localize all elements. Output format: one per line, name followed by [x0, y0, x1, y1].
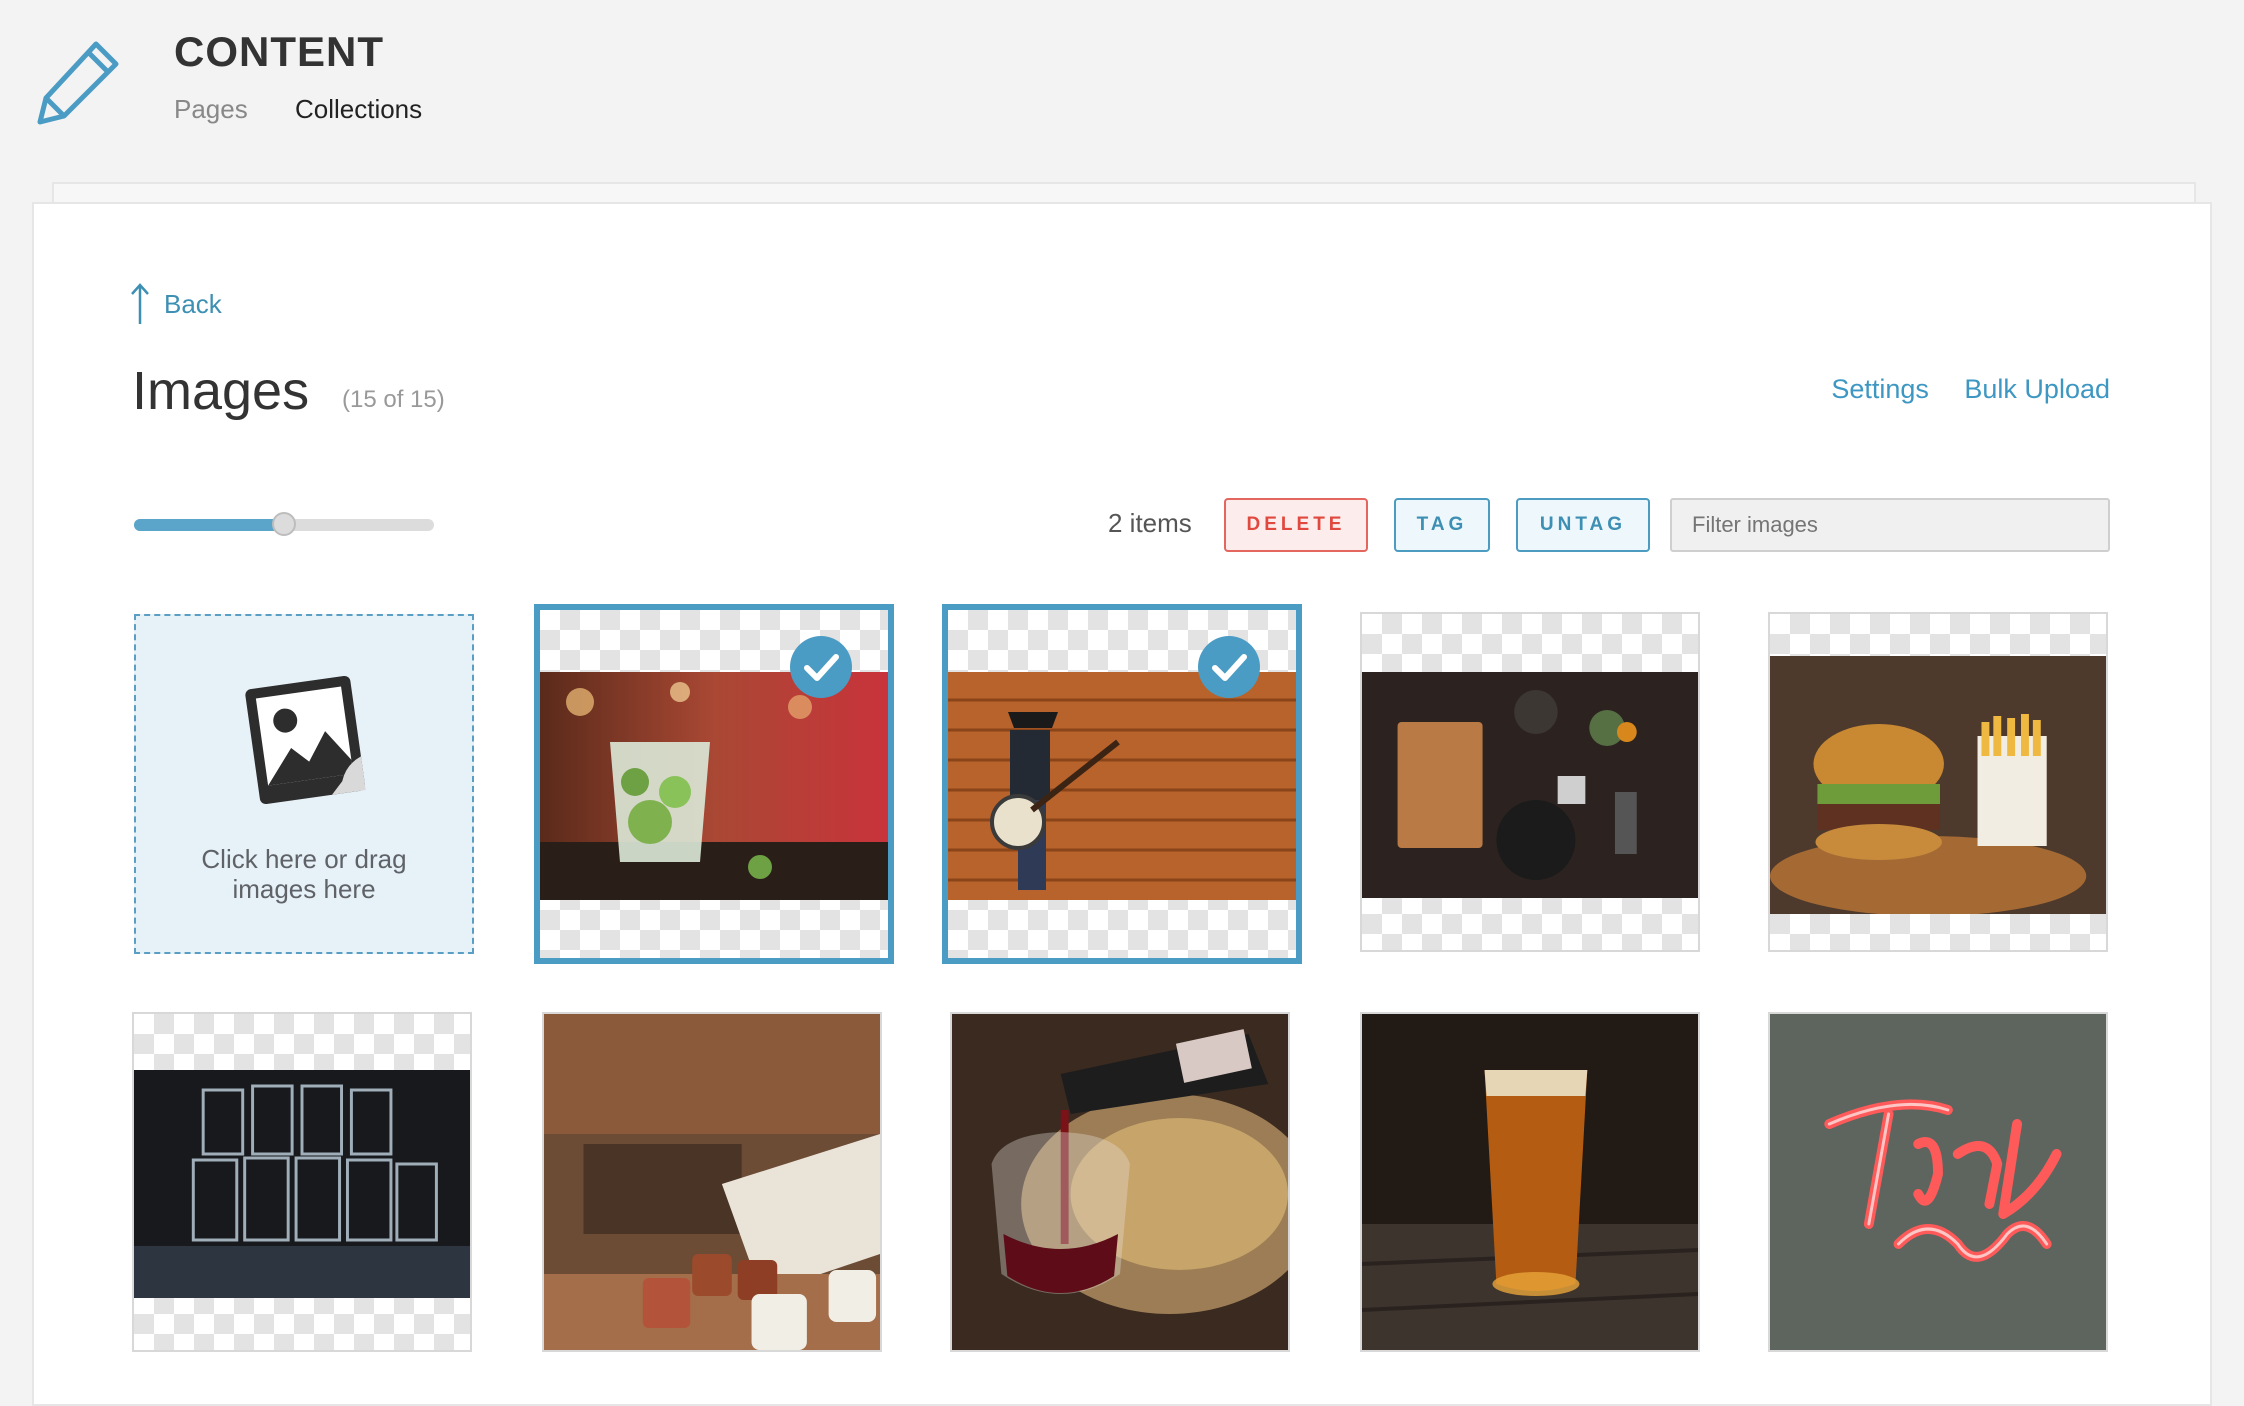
- wine-pour-photo: [952, 1014, 1288, 1350]
- image-upload-icon: [245, 675, 366, 805]
- image-count: (15 of 15): [342, 386, 445, 413]
- enamel-cups-photo: [544, 1014, 880, 1350]
- size-slider[interactable]: [134, 512, 434, 536]
- neon-sign-photo: [1770, 1014, 2106, 1350]
- image-tile[interactable]: [1360, 612, 1700, 952]
- pencil-icon: [37, 41, 119, 125]
- delete-button[interactable]: DELETE: [1224, 498, 1368, 552]
- upload-dropzone[interactable]: Click here or drag images here: [134, 614, 474, 954]
- selected-count: 2 items: [1108, 508, 1192, 538]
- slider-fill: [134, 519, 284, 531]
- top-links: Settings Bulk Upload: [1803, 374, 2110, 405]
- image-tile[interactable]: [542, 1012, 882, 1352]
- untag-button[interactable]: UNTAG: [1516, 498, 1650, 552]
- beer-photo: [1362, 1014, 1698, 1350]
- image-tile[interactable]: [942, 604, 1302, 964]
- back-link[interactable]: Back: [130, 282, 222, 326]
- glasses-photo: [134, 1070, 470, 1298]
- cookware-photo: [1362, 672, 1698, 898]
- selected-check-icon: [1198, 636, 1260, 698]
- section-title: CONTENT: [174, 28, 384, 75]
- nav-collections[interactable]: Collections: [295, 94, 422, 124]
- arrow-up-icon: [131, 283, 149, 324]
- burger-photo: [1770, 656, 2106, 914]
- image-tile[interactable]: [950, 1012, 1290, 1352]
- image-tile[interactable]: [534, 604, 894, 964]
- upload-text: Click here or drag images here: [201, 844, 407, 904]
- tag-button[interactable]: TAG: [1394, 498, 1490, 552]
- app-header: CONTENT Pages Collections: [0, 0, 2244, 180]
- page-title: Images: [132, 361, 310, 421]
- selected-check-icon: [790, 636, 852, 698]
- bulk-upload-link[interactable]: Bulk Upload: [1964, 374, 2110, 404]
- settings-link[interactable]: Settings: [1831, 374, 1929, 404]
- slider-handle[interactable]: [272, 512, 296, 536]
- image-tile[interactable]: [1360, 1012, 1700, 1352]
- content-nav: Pages Collections: [174, 94, 462, 125]
- banjo-player-photo: [948, 672, 1296, 900]
- image-tile[interactable]: [1768, 612, 2108, 952]
- image-tile[interactable]: [1768, 1012, 2108, 1352]
- filter-input[interactable]: [1670, 498, 2110, 552]
- image-tile[interactable]: [132, 1012, 472, 1352]
- cocktail-photo: [540, 672, 888, 900]
- nav-pages[interactable]: Pages: [174, 94, 248, 124]
- back-label: Back: [164, 288, 222, 319]
